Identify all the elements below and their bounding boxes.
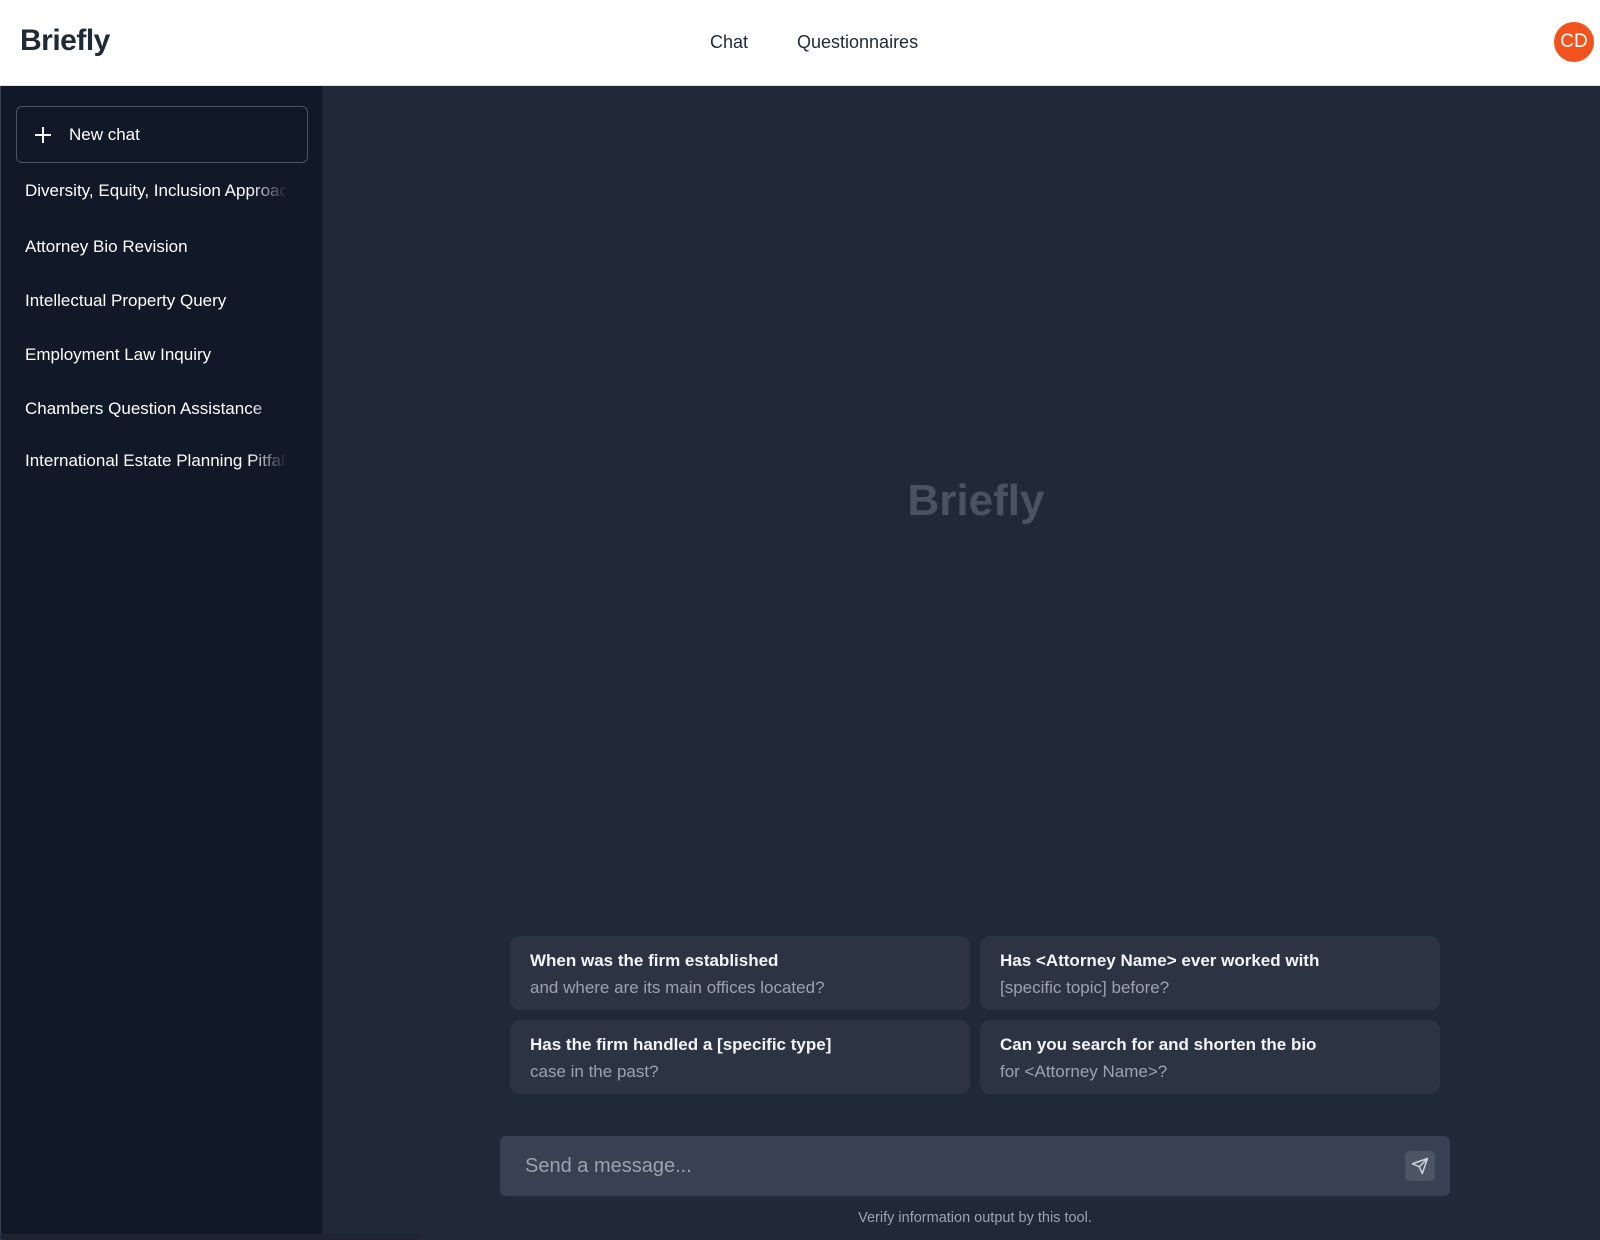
disclaimer-text: Verify information output by this tool. [858,1210,1092,1226]
chat-history-item[interactable]: Employment Law Inquiry [25,340,287,370]
suggestion-title: Has the firm handled a [specific type] [530,1035,832,1054]
new-chat-label: New chat [69,124,140,144]
suggestion-title: When was the firm established [530,951,779,970]
sidebar: New chat Diversity, Equity, Inclusion Ap… [0,86,322,1240]
top-nav: Chat Questionnaires [0,32,1600,56]
suggestion-card[interactable]: Has the firm handled a [specific type] c… [510,1020,970,1094]
nav-chat[interactable]: Chat [710,32,748,53]
brand-watermark: Briefly [907,476,1045,525]
suggestion-title: Can you search for and shorten the bio [1000,1035,1317,1054]
suggestion-subtitle: case in the past? [530,1062,659,1081]
user-avatar[interactable]: CD [1554,22,1594,62]
message-input[interactable] [500,1136,1390,1196]
chat-main: Briefly When was the firm established an… [322,86,1600,1240]
suggestion-title: Has <Attorney Name> ever worked with [1000,951,1320,970]
new-chat-button[interactable]: New chat [16,106,308,163]
chat-history-item[interactable]: Intellectual Property Query [25,286,287,316]
message-composer [500,1136,1450,1196]
suggestion-grid: When was the firm established and where … [510,936,1440,1096]
suggestion-card[interactable]: Has <Attorney Name> ever worked with [sp… [980,936,1440,1010]
send-icon [1411,1157,1429,1175]
send-button[interactable] [1405,1151,1435,1181]
suggestion-subtitle: and where are its main offices located? [530,978,825,997]
suggestion-subtitle: for <Attorney Name>? [1000,1062,1168,1081]
chat-history-item[interactable]: Attorney Bio Revision [25,232,287,262]
suggestion-card[interactable]: Can you search for and shorten the bio f… [980,1020,1440,1094]
suggestion-subtitle: [specific topic] before? [1000,978,1170,997]
chat-history-item[interactable]: International Estate Planning Pitfalls [25,446,287,476]
suggestion-card[interactable]: When was the firm established and where … [510,936,970,1010]
chat-history-item[interactable]: Diversity, Equity, Inclusion Approach [25,176,287,206]
top-header: Briefly Chat Questionnaires CD [0,0,1600,86]
horizontal-scrollbar[interactable] [0,1234,420,1240]
nav-questionnaires[interactable]: Questionnaires [797,32,918,53]
plus-icon [35,126,51,143]
chat-history-item[interactable]: Chambers Question Assistance [25,394,287,424]
